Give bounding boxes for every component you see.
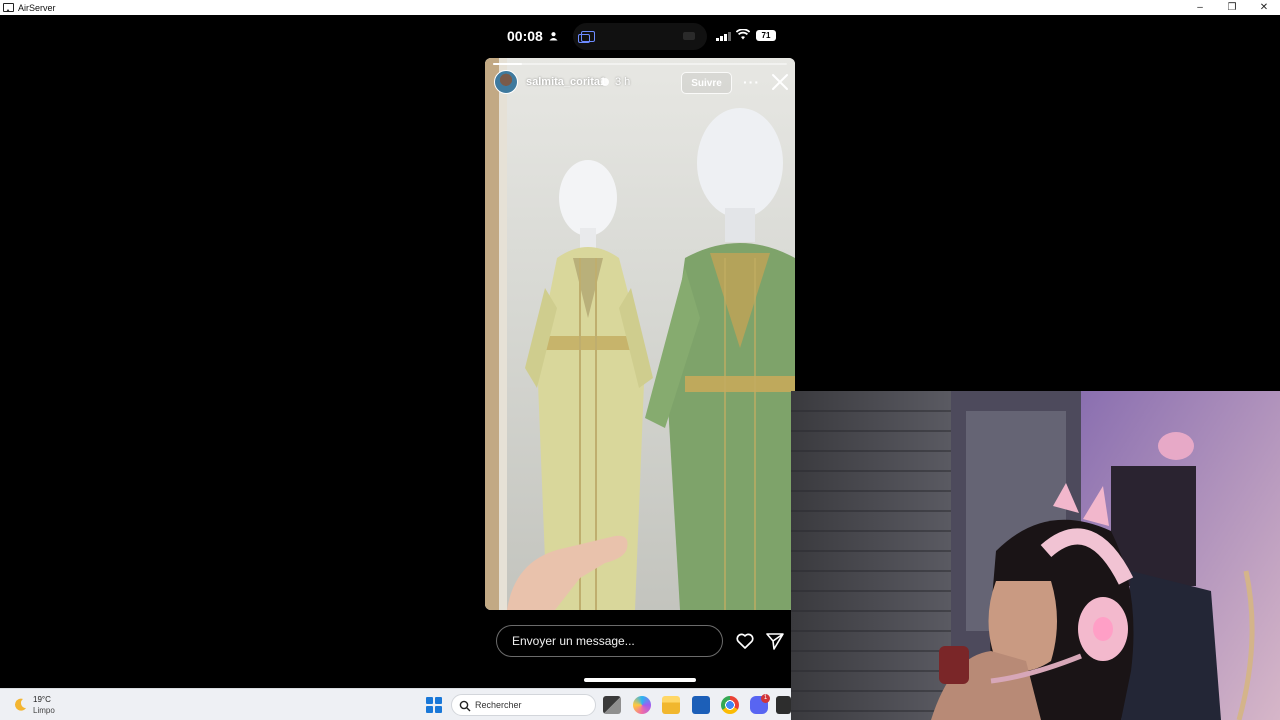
cellular-signal-icon (716, 32, 731, 41)
copilot-icon[interactable] (633, 696, 651, 714)
story-header: salmita_corita1 3 h Suivre ··· (485, 70, 795, 96)
minimize-button[interactable]: – (1184, 0, 1216, 15)
send-icon[interactable] (765, 631, 785, 651)
message-input[interactable] (496, 625, 723, 657)
story-username[interactable]: salmita_corita1 (526, 76, 606, 88)
airserver-icon (3, 3, 14, 12)
mirrored-phone-screen: 00:08 71 salmita_corita1 3 h Suivre ··· … (485, 15, 795, 688)
chrome-icon[interactable] (721, 696, 739, 714)
story-photo-caftans (485, 58, 795, 610)
window-titlebar: AirServer – ❐ ✕ (0, 0, 1280, 15)
story-reply-bar (485, 625, 795, 657)
story-viewer[interactable]: salmita_corita1 3 h Suivre ··· (485, 58, 795, 610)
story-time-ago: 3 h (615, 76, 631, 88)
story-progress-fill (493, 63, 523, 65)
avatar[interactable] (494, 70, 518, 94)
close-icon[interactable] (770, 72, 790, 92)
heart-icon[interactable] (735, 631, 755, 651)
verified-icon (601, 78, 609, 86)
dynamic-island (573, 23, 707, 50)
search-icon (459, 700, 471, 712)
search-placeholder: Rechercher (475, 700, 522, 710)
store-icon[interactable] (692, 696, 710, 714)
weather-description[interactable]: Limpo (33, 706, 55, 715)
story-progress-bar (493, 63, 787, 65)
camera-indicator-icon (683, 32, 695, 40)
restore-button[interactable]: ❐ (1216, 0, 1248, 15)
wifi-icon (736, 29, 750, 40)
follow-button[interactable]: Suivre (681, 72, 732, 94)
task-view-icon[interactable] (603, 696, 621, 714)
windows-taskbar: 19°C Limpo Rechercher 1 (0, 688, 791, 720)
battery-indicator: 71 (756, 30, 776, 41)
taskbar-search[interactable]: Rechercher (451, 694, 596, 716)
phone-status-bar: 00:08 71 (485, 15, 795, 57)
close-window-button[interactable]: ✕ (1248, 0, 1280, 15)
webcam-feed-image (791, 391, 1280, 720)
person-icon (549, 32, 558, 41)
file-explorer-icon[interactable] (662, 696, 680, 714)
window-title: AirServer (18, 2, 56, 13)
screen-mirroring-icon (578, 31, 595, 43)
moon-weather-icon[interactable] (12, 697, 28, 713)
discord-notification-badge: 1 (761, 694, 770, 703)
home-indicator[interactable] (584, 678, 696, 682)
status-time: 00:08 (507, 28, 543, 44)
webcam-overlay (791, 391, 1280, 720)
weather-temperature[interactable]: 19°C (33, 695, 51, 704)
more-options-icon[interactable]: ··· (743, 74, 760, 90)
start-icon[interactable] (426, 697, 442, 713)
terminal-icon[interactable] (776, 696, 791, 714)
